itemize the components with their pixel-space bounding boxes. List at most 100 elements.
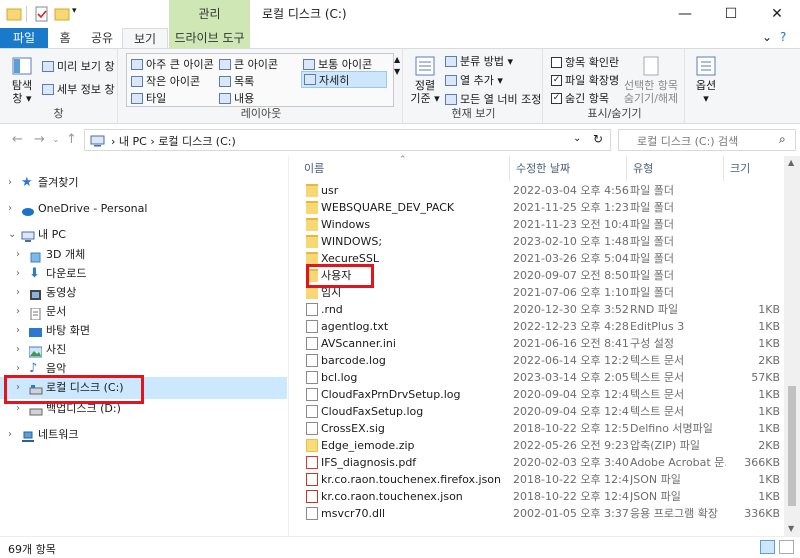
search-input[interactable]: 로컬 디스크 (C:) 검색 [637, 133, 738, 149]
table-row[interactable]: barcode.log 2022-06-14 오후 12:26 텍스트 문서 2KB [289, 352, 785, 369]
layout-small-icons[interactable]: 작은 아이콘 [131, 73, 200, 89]
tab-home[interactable]: 홈 [48, 28, 82, 48]
nav-onedrive[interactable]: › OneDrive - Personal [0, 198, 287, 220]
file-modified-date: 2002-01-05 오후 3:37 [513, 507, 629, 520]
large-icons-view-icon[interactable] [779, 540, 794, 554]
nav-quick-access[interactable]: › ★ 즐겨찾기 [0, 172, 287, 194]
table-row[interactable]: CloudFaxPrnDrvSetup.log 2020-09-04 오후 12:… [289, 386, 785, 403]
address-bar[interactable]: › 내 PC › 로컬 디스크 (C:) ⌄ ↻ [84, 129, 611, 151]
nav-local-disk-c[interactable]: › 로컬 디스크 (C:) [0, 377, 287, 399]
column-header-name[interactable]: 이름 [298, 156, 510, 181]
layout-content[interactable]: 내용 [219, 90, 254, 106]
table-row[interactable]: XecureSSL 2021-03-26 오후 5:04 파일 폴더 [289, 250, 785, 267]
column-header-type[interactable]: 유형 [627, 156, 724, 181]
table-row[interactable]: kr.co.raon.touchenex.json 2018-10-22 오후 1… [289, 488, 785, 505]
table-row[interactable]: 임시 2021-07-06 오후 1:10 파일 폴더 [289, 284, 785, 301]
explorer-app-icon[interactable] [6, 6, 22, 22]
new-folder-icon[interactable] [54, 6, 70, 22]
tab-view[interactable]: 보기 [122, 28, 168, 49]
scrollbar-thumb[interactable] [788, 386, 796, 506]
details-pane-button[interactable]: 세부 정보 창 [42, 81, 115, 97]
hidden-items-checkbox[interactable]: ✓ [551, 92, 562, 104]
table-row[interactable]: WEBSQUARE_DEV_PACK 2021-11-25 오후 1:23 파일 폴… [289, 199, 785, 216]
desktop-icon [29, 325, 42, 337]
nav-this-pc[interactable]: ⌄ 내 PC [0, 224, 287, 246]
table-row[interactable]: bcl.log 2023-03-14 오후 2:05 텍스트 문서 57KB [289, 369, 785, 386]
table-row[interactable]: AVScanner.ini 2021-06-16 오전 8:41 구성 설정 1KB [289, 335, 785, 352]
add-columns-button[interactable]: 열 추가 ▾ [445, 72, 503, 88]
group-by-button[interactable]: 분류 방법 ▾ [445, 53, 513, 69]
expand-chevron-icon[interactable]: › [8, 172, 12, 194]
table-row[interactable]: msvcr70.dll 2002-01-05 오후 3:37 응용 프로그램 확장 3… [289, 505, 785, 522]
back-arrow-icon[interactable]: ← [12, 132, 23, 147]
tab-drive-tools[interactable]: 드라이브 도구 [169, 28, 250, 48]
document-file-icon [306, 354, 318, 367]
details-pane-icon [42, 83, 54, 95]
hide-selected-button[interactable]: 선택한 항목 숨기기/해제 [619, 55, 683, 105]
layout-list[interactable]: 목록 [219, 73, 254, 89]
file-size: 366KB [744, 456, 780, 469]
layout-large-icons[interactable]: 큰 아이콘 [219, 56, 278, 72]
collapse-chevron-icon[interactable]: ⌄ [8, 224, 16, 246]
table-row[interactable]: 사용자 2020-09-07 오전 8:50 파일 폴더 [289, 267, 785, 284]
preview-pane-button[interactable]: 미리 보기 창 [42, 58, 115, 74]
table-row[interactable]: IFS_diagnosis.pdf 2020-02-03 오후 3:40 Adobe… [289, 454, 785, 471]
table-row[interactable]: usr 2022-03-04 오후 4:56 파일 폴더 [289, 182, 785, 199]
table-row[interactable]: CloudFaxSetup.log 2020-09-04 오후 12:45 텍스트 … [289, 403, 785, 420]
close-button[interactable]: ✕ [754, 0, 800, 28]
expand-chevron-icon[interactable]: › [8, 424, 12, 446]
up-arrow-icon[interactable]: ↑ [66, 132, 77, 147]
layout-tiles[interactable]: 타일 [131, 90, 166, 106]
layout-details[interactable]: 자세히 [301, 71, 387, 88]
address-history-chevron-icon[interactable]: ⌄ [573, 133, 581, 144]
table-row[interactable]: CrossEX.sig 2018-10-22 오후 12:52 Delfino 서명… [289, 420, 785, 437]
expand-chevron-icon[interactable]: › [16, 377, 20, 399]
layout-scroll-arrows[interactable]: ▲ ▼ [394, 55, 400, 76]
table-row[interactable]: kr.co.raon.touchenex.firefox.json 2018-10… [289, 471, 785, 488]
file-extensions-checkbox[interactable]: ✓ [551, 74, 562, 86]
vertical-scrollbar[interactable]: ▲ ▼ [784, 156, 800, 536]
refresh-icon[interactable]: ↻ [593, 132, 603, 146]
column-header-size[interactable]: 크기 [724, 156, 785, 181]
file-name: CrossEX.sig [321, 422, 385, 435]
file-type: 파일 폴더 [630, 218, 674, 231]
search-box[interactable]: 로컬 디스크 (C:) 검색 ⌕ [618, 129, 796, 151]
address-path[interactable]: › 내 PC › 로컬 디스크 (C:) [111, 133, 236, 149]
options-button[interactable]: 옵션 ▾ [688, 55, 724, 105]
customize-quick-access-icon[interactable]: ▾ [72, 6, 88, 22]
document-icon [29, 306, 42, 321]
details-view-icon[interactable] [760, 540, 775, 554]
hidden-items-toggle[interactable]: ✓ 숨긴 항목 [551, 90, 609, 106]
layout-medium-icons[interactable]: 보통 아이콘 [303, 56, 372, 72]
ribbon-collapse-icon[interactable]: ⌄ [762, 30, 772, 44]
sort-by-button[interactable]: 정렬 기준 ▾ [409, 55, 441, 105]
scroll-down-arrow-icon[interactable]: ▼ [788, 524, 794, 533]
file-extensions-toggle[interactable]: ✓ 파일 확장명 [551, 72, 619, 88]
search-icon: ⌕ [779, 132, 786, 146]
tab-share[interactable]: 공유 [82, 28, 122, 48]
item-checkboxes-checkbox[interactable] [551, 56, 562, 68]
nav-network[interactable]: › 네트워크 [0, 424, 287, 446]
expand-chevron-icon[interactable]: › [16, 398, 20, 420]
table-row[interactable]: Windows 2021-11-23 오전 10:41 파일 폴더 [289, 216, 785, 233]
table-row[interactable]: agentlog.txt 2022-12-23 오후 4:28 EditPlus 3… [289, 318, 785, 335]
minimize-button[interactable]: — [662, 0, 708, 28]
json-file-icon [306, 490, 318, 503]
table-row[interactable]: WINDOWS; 2023-02-10 오후 1:48 파일 폴더 [289, 233, 785, 250]
table-row[interactable]: Edge_iemode.zip 2022-05-26 오전 9:23 압축(ZIP)… [289, 437, 785, 454]
help-icon[interactable]: ? [780, 30, 786, 44]
tab-file[interactable]: 파일 [0, 28, 48, 48]
item-checkboxes-toggle[interactable]: 항목 확인란 [551, 54, 619, 70]
forward-arrow-icon[interactable]: → [34, 132, 45, 147]
document-file-icon [306, 320, 318, 333]
layout-extra-large-icons[interactable]: 아주 큰 아이콘 [131, 56, 214, 72]
recent-locations-chevron-icon[interactable]: ⌄ [52, 135, 60, 145]
nav-pane-button[interactable]: 탐색 창 ▾ [6, 55, 38, 105]
properties-icon[interactable] [34, 6, 50, 22]
maximize-button[interactable]: ☐ [708, 0, 754, 28]
table-row[interactable]: .rnd 2020-12-30 오후 3:52 RND 파일 1KB [289, 301, 785, 318]
scroll-up-arrow-icon[interactable]: ▲ [788, 158, 794, 167]
expand-chevron-icon[interactable]: › [8, 198, 12, 220]
nav-backup-disk-d[interactable]: › 백업디스크 (D:) [0, 398, 287, 420]
column-header-date[interactable]: 수정한 날짜 [510, 156, 627, 181]
